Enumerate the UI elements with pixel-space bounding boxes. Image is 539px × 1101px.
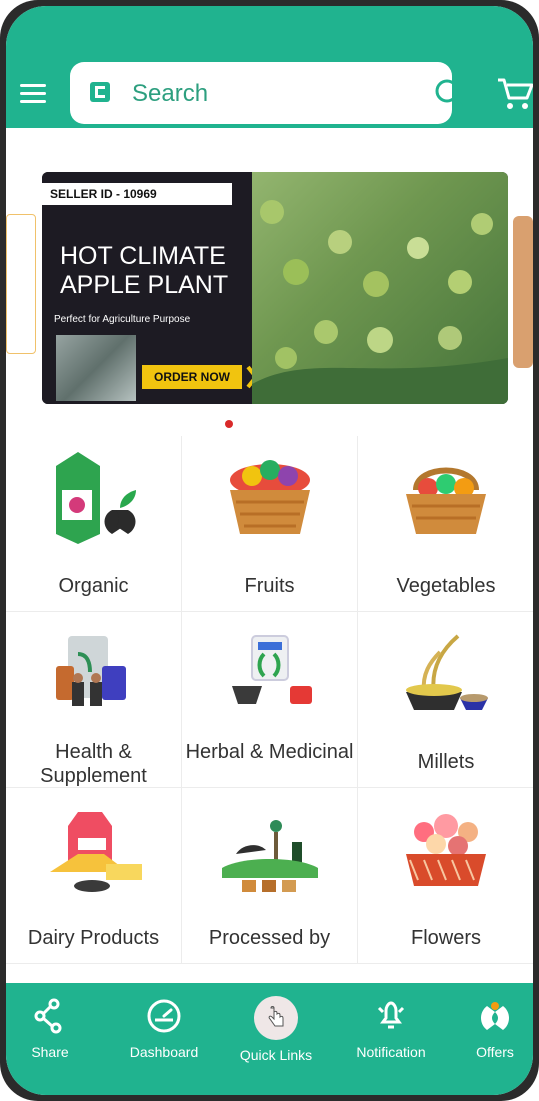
roots-thumbnail [56, 335, 136, 401]
carousel-indicator [225, 420, 233, 428]
order-now-button[interactable]: ORDER NOW [142, 365, 242, 389]
share-icon [34, 998, 62, 1034]
nav-label: Offers [476, 1044, 514, 1060]
banner-subtitle: Perfect for Agriculture Purpose [54, 314, 191, 325]
category-flowers[interactable]: Flowers [358, 788, 533, 964]
promo-banner[interactable]: SELLER ID - 10969 HOT CLIMATE APPLE PLAN… [42, 172, 508, 404]
nav-label: Share [31, 1044, 69, 1060]
dairy-icon [50, 812, 142, 892]
bottom-navigation: Share Dashboard Quick Links Notification… [6, 983, 533, 1095]
category-vegetables[interactable]: Vegetables [358, 436, 533, 612]
nav-quick-links[interactable]: Quick Links [226, 983, 326, 1095]
banner-title: HOT CLIMATE APPLE PLANT [60, 242, 229, 299]
category-label: Fruits [244, 575, 295, 597]
category-millets[interactable]: Millets [358, 612, 533, 788]
notification-bell-icon [377, 1001, 405, 1029]
category-label: Dairy Products [27, 927, 160, 949]
search-input[interactable]: Search [132, 80, 208, 108]
nav-label: Quick Links [239, 1047, 313, 1063]
nav-dashboard[interactable]: Dashboard [110, 983, 218, 1095]
vegetables-basket-icon [406, 467, 486, 534]
nav-offers[interactable]: Offers [462, 983, 528, 1095]
category-herbal-medicinal[interactable]: Herbal & Medicinal [182, 612, 358, 788]
category-organic[interactable]: Organic [6, 436, 182, 612]
cart-icon[interactable] [494, 72, 533, 116]
apple-tree-illustration [252, 200, 508, 404]
apple-tree-image [252, 172, 508, 404]
category-label: Health & Supplement [40, 741, 147, 787]
category-label: Processed by [208, 927, 331, 949]
hamburger-menu-icon[interactable] [20, 84, 46, 104]
flowers-basket-icon [406, 814, 486, 886]
seller-id: SELLER ID - 10969 [42, 183, 232, 205]
category-health-supplement[interactable]: Health & Supplement [6, 612, 182, 788]
previous-banner-peek[interactable] [6, 214, 36, 354]
next-banner-peek[interactable] [513, 216, 533, 368]
search-bar[interactable]: Search [70, 62, 463, 124]
category-grid: Organic Fruits Vegetables Health & Suppl… [6, 436, 533, 976]
brand-logo-icon [90, 82, 110, 102]
category-fruits[interactable]: Fruits [182, 436, 358, 612]
processed-farm-icon [222, 820, 318, 892]
top-app-bar: Search [6, 6, 533, 128]
category-label: Vegetables [396, 575, 496, 597]
category-label: Herbal & Medicinal [185, 741, 354, 763]
herbal-medicinal-icon [232, 635, 312, 704]
category-label: Organic [58, 575, 129, 597]
search-icon[interactable] [434, 78, 464, 108]
banner-left-panel: SELLER ID - 10969 HOT CLIMATE APPLE PLAN… [42, 172, 264, 404]
dashboard-gauge-icon [147, 999, 181, 1033]
category-dairy-products[interactable]: Dairy Products [6, 788, 182, 964]
nav-share[interactable]: Share [10, 983, 90, 1095]
offers-hands-icon [481, 1002, 509, 1030]
millets-icon [406, 634, 488, 710]
category-processed-by[interactable]: Processed by [182, 788, 358, 964]
quick-links-icon [254, 996, 298, 1040]
fruits-basket-icon [230, 460, 310, 534]
supplement-icon [56, 636, 126, 706]
nav-label: Notification [356, 1044, 426, 1060]
organic-icon [56, 452, 136, 544]
hand-pointer-icon [268, 1006, 284, 1027]
device-frame: Search SELLER ID - 10969 HOT CLIMATE APP… [0, 0, 539, 1101]
nav-label: Dashboard [129, 1044, 199, 1060]
nav-notification[interactable]: Notification [332, 983, 450, 1095]
category-label: Flowers [410, 927, 481, 949]
screen: Search SELLER ID - 10969 HOT CLIMATE APP… [6, 6, 533, 1095]
category-label: Millets [417, 751, 475, 773]
